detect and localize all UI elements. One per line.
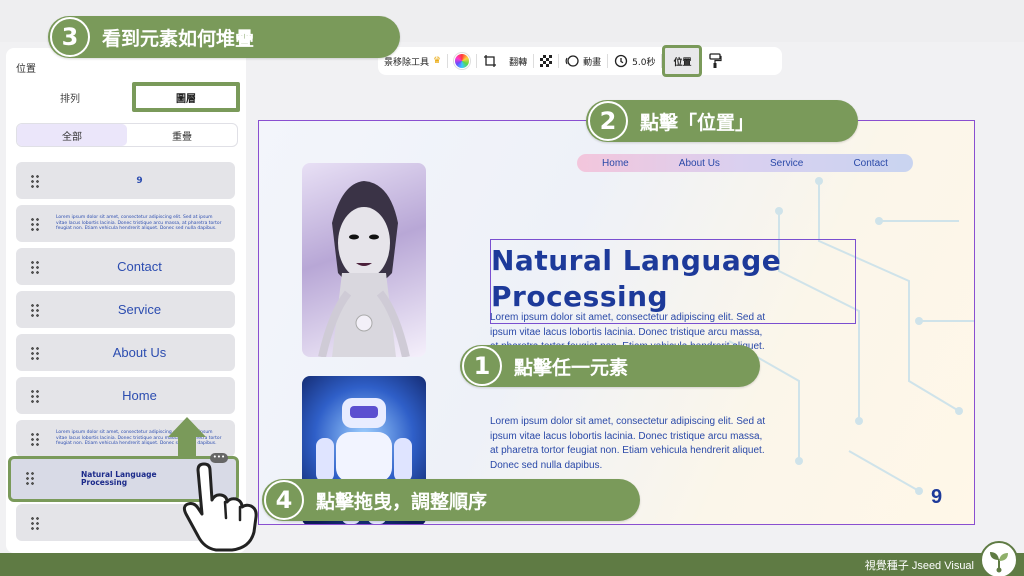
position-button[interactable]: 位置 bbox=[662, 45, 703, 77]
step-label: 點擊拖曳，調整順序 bbox=[316, 490, 488, 513]
filter-all[interactable]: 全部 bbox=[17, 124, 127, 146]
drag-handle-icon[interactable] bbox=[30, 389, 40, 403]
drag-handle-icon[interactable] bbox=[30, 516, 40, 530]
transparency-button[interactable] bbox=[534, 47, 558, 75]
layer-filter: 全部 重疊 bbox=[16, 123, 238, 147]
step-1-callout: 1 點擊任一元素 bbox=[460, 345, 760, 387]
duration-label: 5.0秒 bbox=[632, 57, 656, 68]
layer-label: Home bbox=[122, 388, 157, 403]
step-label: 看到元素如何堆疊 bbox=[102, 27, 255, 50]
paint-roller-icon bbox=[709, 53, 723, 68]
nav-about-us[interactable]: About Us bbox=[679, 158, 720, 169]
slide-title[interactable]: Natural Language Processing bbox=[491, 243, 851, 315]
drag-handle-icon[interactable] bbox=[30, 217, 40, 231]
paragraph-line: ipsum vitae lacus lobortis lacinia. Done… bbox=[490, 430, 763, 442]
nav-contact[interactable]: Contact bbox=[853, 158, 887, 169]
paragraph-line: ipsum vitae lacus lobortis lacinia. Done… bbox=[490, 326, 763, 338]
flip-button[interactable]: 翻轉 bbox=[477, 47, 533, 75]
transparency-icon bbox=[540, 55, 553, 67]
body-paragraph-2[interactable]: Lorem ipsum dolor sit amet, consectetur … bbox=[490, 415, 820, 473]
tab-arrange[interactable]: 排列 bbox=[60, 90, 80, 105]
layer-item[interactable]: Service bbox=[16, 291, 235, 328]
paragraph-line: at pharetra tortor feugiat non. Etiam ve… bbox=[490, 445, 765, 456]
step-number: 2 bbox=[588, 101, 628, 141]
layer-label: Lorem ipsum dolor sit amet, consectetur … bbox=[56, 215, 222, 232]
duration-button[interactable]: 5.0秒 bbox=[608, 47, 661, 75]
up-arrow-icon bbox=[168, 417, 206, 459]
drag-handle-icon[interactable] bbox=[30, 432, 40, 446]
color-wheel-icon bbox=[454, 53, 471, 69]
crop-icon bbox=[484, 55, 497, 67]
layer-label: About Us bbox=[112, 345, 167, 360]
flip-label: 翻轉 bbox=[509, 57, 528, 68]
drag-handle-icon[interactable] bbox=[30, 303, 40, 317]
brand-logo bbox=[980, 541, 1018, 576]
bg-remover-label: 景移除工具 bbox=[384, 57, 430, 68]
step-3-callout: 3 看到元素如何堆疊 bbox=[48, 16, 400, 58]
paragraph-line: Lorem ipsum dolor sit amet, consectetur … bbox=[490, 312, 766, 323]
drag-handle-icon[interactable] bbox=[30, 174, 40, 188]
layer-item[interactable]: 9 bbox=[16, 162, 235, 199]
layer-item[interactable]: About Us bbox=[16, 334, 235, 371]
brand-name: 視覺種子 Jseed Visual bbox=[864, 560, 974, 572]
step-label: 點擊任一元素 bbox=[514, 356, 629, 379]
layer-item[interactable]: Lorem ipsum dolor sit amet, consectetur … bbox=[16, 205, 235, 242]
site-nav: Home About Us Service Contact bbox=[577, 154, 913, 172]
animate-label: 動畫 bbox=[583, 57, 602, 68]
layer-item[interactable]: Contact bbox=[16, 248, 235, 285]
color-button[interactable] bbox=[448, 47, 476, 75]
tab-layers[interactable]: 圖層 bbox=[132, 82, 240, 112]
step-label: 點擊「位置」 bbox=[640, 111, 755, 134]
crown-icon: ♛ bbox=[433, 56, 442, 66]
seed-leaf-icon bbox=[990, 552, 1008, 573]
brand-footer: 視覺種子 Jseed Visual bbox=[0, 541, 1024, 576]
filter-overlap[interactable]: 重疊 bbox=[127, 124, 237, 146]
panel-title: 位置 bbox=[16, 64, 36, 75]
nav-home[interactable]: Home bbox=[602, 158, 629, 169]
step-number: 3 bbox=[50, 17, 90, 57]
step-2-callout: 2 點擊「位置」 bbox=[586, 100, 858, 142]
layer-label: Natural Language Processing bbox=[81, 469, 157, 487]
animate-icon bbox=[565, 55, 579, 67]
pointing-hand-icon bbox=[182, 462, 258, 552]
layer-label: 9 bbox=[136, 175, 143, 186]
paragraph-line: Lorem ipsum dolor sit amet, consectetur … bbox=[490, 416, 766, 427]
android-woman-image[interactable] bbox=[302, 163, 426, 357]
paragraph-line: Donec sed nulla dapibus. bbox=[490, 459, 603, 471]
nav-service[interactable]: Service bbox=[770, 158, 803, 169]
animate-button[interactable]: 動畫 bbox=[559, 47, 607, 75]
editor-toolbar: 景移除工具 ♛ 翻轉 動畫 5.0秒 位置 bbox=[378, 45, 782, 77]
page-number[interactable]: 9 bbox=[931, 486, 942, 509]
layer-label: Service bbox=[117, 302, 162, 317]
format-painter-button[interactable] bbox=[702, 47, 728, 75]
step-4-callout: 4 點擊拖曳，調整順序 bbox=[262, 479, 640, 521]
step-number: 4 bbox=[264, 480, 304, 520]
clock-icon bbox=[614, 54, 628, 68]
drag-handle-icon[interactable] bbox=[30, 260, 40, 274]
layer-item[interactable]: Home bbox=[16, 377, 235, 414]
android-portrait-illustration bbox=[318, 181, 410, 357]
drag-handle-icon[interactable] bbox=[30, 346, 40, 360]
step-number: 1 bbox=[462, 346, 502, 386]
layer-label: Contact bbox=[117, 259, 162, 274]
design-canvas[interactable]: Home About Us Service Contact Natural La… bbox=[258, 120, 975, 525]
drag-handle-icon[interactable] bbox=[25, 471, 35, 485]
